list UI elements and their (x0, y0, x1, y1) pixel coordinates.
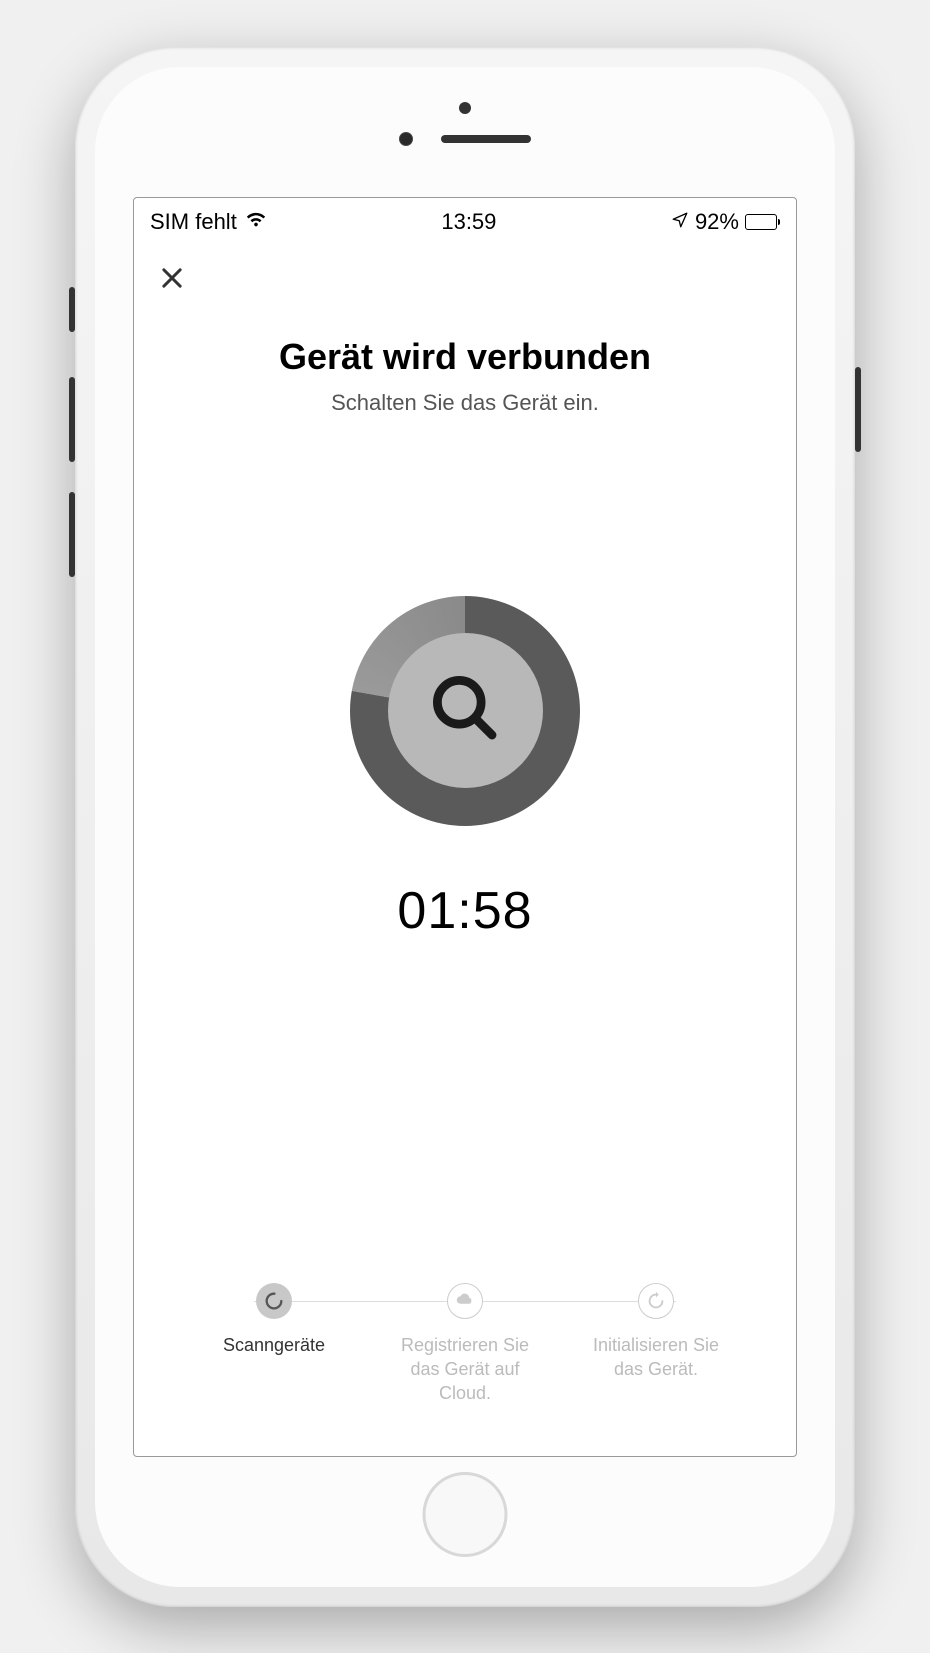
status-bar: SIM fehlt 13:59 92% (134, 198, 796, 242)
carrier-label: SIM fehlt (150, 209, 237, 235)
progress-spinner (350, 596, 580, 826)
home-button (423, 1472, 508, 1557)
countdown-timer: 01:58 (397, 881, 532, 941)
page-title: Gerät wird verbunden (279, 336, 651, 378)
wifi-icon (245, 208, 267, 236)
phone-device-frame: SIM fehlt 13:59 92% (75, 47, 855, 1607)
step-scan: Scanngeräte (194, 1283, 354, 1406)
power-button (855, 367, 861, 452)
refresh-icon (638, 1283, 674, 1319)
step-label: Registrieren Sie das Gerät auf Cloud. (385, 1333, 545, 1406)
search-icon (428, 671, 503, 751)
spinner-icon (256, 1283, 292, 1319)
step-label: Scanngeräte (223, 1333, 325, 1357)
close-button[interactable] (154, 260, 190, 296)
step-label: Initialisieren Sie das Gerät. (576, 1333, 736, 1382)
proximity-sensor (459, 102, 471, 114)
page-subtitle: Schalten Sie das Gerät ein. (331, 390, 599, 416)
front-camera (399, 132, 413, 146)
step-initialize: Initialisieren Sie das Gerät. (576, 1283, 736, 1406)
volume-up-button (69, 377, 75, 462)
progress-steps: Scanngeräte Registrieren Sie das Gerät a… (164, 1283, 766, 1426)
step-register: Registrieren Sie das Gerät auf Cloud. (385, 1283, 545, 1406)
earpiece-speaker (441, 135, 531, 143)
mute-switch (69, 287, 75, 332)
location-icon (671, 209, 689, 235)
status-time: 13:59 (441, 209, 496, 235)
cloud-icon (447, 1283, 483, 1319)
app-screen: SIM fehlt 13:59 92% (133, 197, 797, 1457)
battery-icon (745, 214, 780, 230)
volume-down-button (69, 492, 75, 577)
battery-percent: 92% (695, 209, 739, 235)
close-icon (158, 264, 186, 292)
